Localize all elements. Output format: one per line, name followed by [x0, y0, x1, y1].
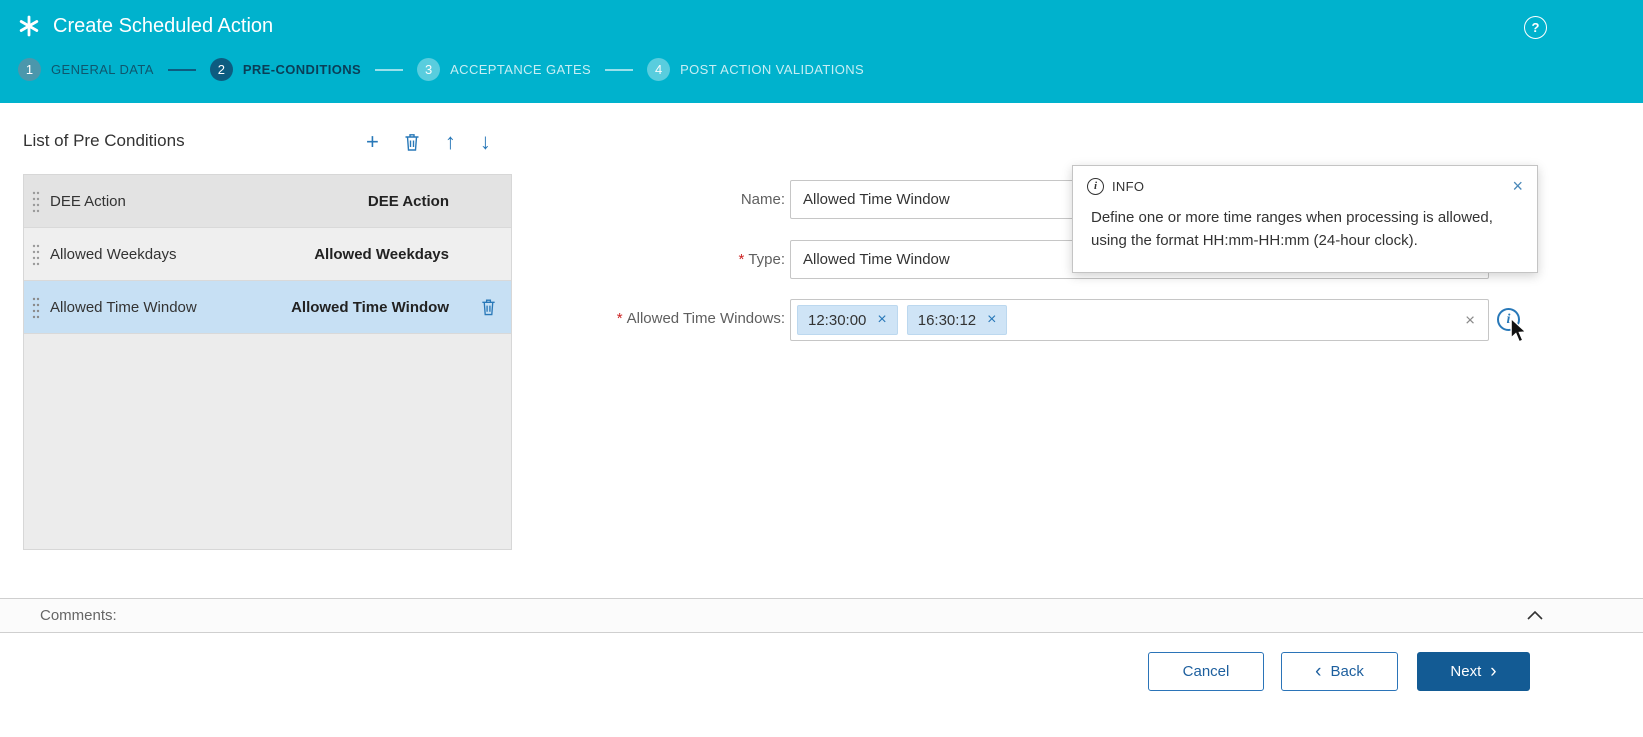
allowed-time-windows-input[interactable]: 12:30:00 × 16:30:12 × ×: [790, 299, 1489, 341]
back-button-label: Back: [1330, 663, 1364, 680]
step-label: PRE-CONDITIONS: [242, 62, 362, 77]
row-name: DEE Action: [50, 192, 126, 210]
page-title: Create Scheduled Action: [53, 14, 274, 37]
step-connector: [375, 68, 404, 71]
row-name: Allowed Weekdays: [50, 245, 177, 263]
time-window-chip: 12:30:00 ×: [797, 305, 898, 335]
step-post-action-validations[interactable]: 4 POST ACTION VALIDATIONS: [647, 58, 864, 81]
step-general-data[interactable]: 1 GENERAL DATA: [18, 58, 154, 81]
step-number: 1: [18, 58, 41, 81]
tooltip-body: Define one or more time ranges when proc…: [1091, 209, 1493, 249]
tooltip-info-icon: i: [1087, 177, 1104, 195]
name-label: Name:: [560, 191, 785, 208]
arrow-up-icon: ↑: [444, 129, 456, 154]
collapse-comments-button[interactable]: [1527, 611, 1543, 620]
add-button[interactable]: +: [366, 131, 379, 153]
header-bar: Create Scheduled Action ? 1 GENERAL DATA…: [0, 0, 1643, 103]
back-button[interactable]: ‹ Back: [1281, 652, 1398, 691]
allowed-time-windows-label: * Allowed Time Windows:: [560, 310, 785, 327]
allowed-time-windows-label-text: Allowed Time Windows:: [626, 310, 785, 327]
clear-field-icon[interactable]: ×: [1465, 312, 1475, 329]
next-button-label: Next: [1450, 663, 1482, 680]
tooltip-close-icon[interactable]: ×: [1512, 177, 1523, 195]
info-tooltip: i INFO × Define one or more time ranges …: [1072, 165, 1538, 273]
step-pre-conditions[interactable]: 2 PRE-CONDITIONS: [209, 58, 362, 81]
row-type: Allowed Weekdays: [314, 245, 449, 263]
wizard-steps: 1 GENERAL DATA 2 PRE-CONDITIONS 3 ACCEPT…: [0, 58, 1643, 81]
time-window-chip: 16:30:12 ×: [906, 305, 1008, 335]
list-item-dee-action[interactable]: DEE Action DEE Action: [24, 175, 511, 228]
step-number: 3: [417, 58, 441, 81]
move-down-button[interactable]: ↓: [480, 131, 491, 153]
delete-button[interactable]: [403, 132, 421, 152]
trash-icon: [482, 299, 495, 316]
chip-remove-icon[interactable]: ×: [877, 312, 886, 328]
chevron-left-icon: ‹: [1315, 661, 1322, 682]
step-label: POST ACTION VALIDATIONS: [680, 62, 865, 77]
step-number: 2: [209, 58, 233, 81]
step-number: 4: [647, 58, 671, 81]
plus-icon: +: [366, 129, 379, 154]
row-type: Allowed Time Window: [291, 298, 449, 316]
step-label: GENERAL DATA: [51, 62, 154, 77]
list-item-allowed-time-window[interactable]: Allowed Time Window Allowed Time Window: [24, 281, 511, 334]
tooltip-header: i INFO ×: [1073, 166, 1537, 200]
move-up-button[interactable]: ↑: [445, 131, 456, 153]
row-type: DEE Action: [367, 192, 449, 210]
name-label-text: Name:: [740, 191, 785, 208]
comments-section: Comments:: [0, 598, 1643, 633]
step-acceptance-gates[interactable]: 3 ACCEPTANCE GATES: [417, 58, 591, 81]
asterisk-logo-icon: [19, 15, 39, 37]
step-connector: [605, 68, 634, 71]
list-toolbar: + ↑ ↓: [366, 127, 491, 157]
required-asterisk: *: [738, 251, 745, 268]
required-asterisk: *: [616, 310, 623, 327]
info-icon[interactable]: i: [1497, 308, 1520, 331]
precondition-list: DEE Action DEE Action Allowed Weekdays A…: [23, 174, 512, 550]
drag-handle-icon[interactable]: [32, 242, 40, 266]
row-delete-button[interactable]: [480, 298, 497, 317]
drag-handle-icon[interactable]: [32, 295, 40, 319]
comments-label: Comments:: [40, 607, 117, 624]
next-button[interactable]: Next ›: [1417, 652, 1530, 691]
chip-value: 12:30:00: [808, 311, 867, 329]
chip-remove-icon[interactable]: ×: [987, 312, 996, 328]
chevron-up-icon: [1527, 611, 1543, 620]
chip-value: 16:30:12: [917, 311, 977, 329]
row-name: Allowed Time Window: [50, 298, 197, 316]
type-label: * Type:: [560, 251, 785, 268]
step-connector: [167, 68, 196, 71]
chevron-right-icon: ›: [1490, 661, 1497, 682]
help-icon[interactable]: ?: [1524, 16, 1547, 39]
list-item-allowed-weekdays[interactable]: Allowed Weekdays Allowed Weekdays: [24, 228, 511, 281]
drag-handle-icon[interactable]: [32, 189, 40, 213]
step-label: ACCEPTANCE GATES: [450, 62, 592, 77]
tooltip-title: INFO: [1112, 178, 1145, 194]
trash-icon: [405, 134, 419, 151]
list-title: List of Pre Conditions: [23, 131, 185, 150]
cancel-button[interactable]: Cancel: [1148, 652, 1264, 691]
cancel-button-label: Cancel: [1182, 663, 1230, 680]
type-label-text: Type:: [748, 251, 785, 268]
title-bar: Create Scheduled Action ?: [0, 0, 1643, 52]
arrow-down-icon: ↓: [479, 129, 491, 154]
